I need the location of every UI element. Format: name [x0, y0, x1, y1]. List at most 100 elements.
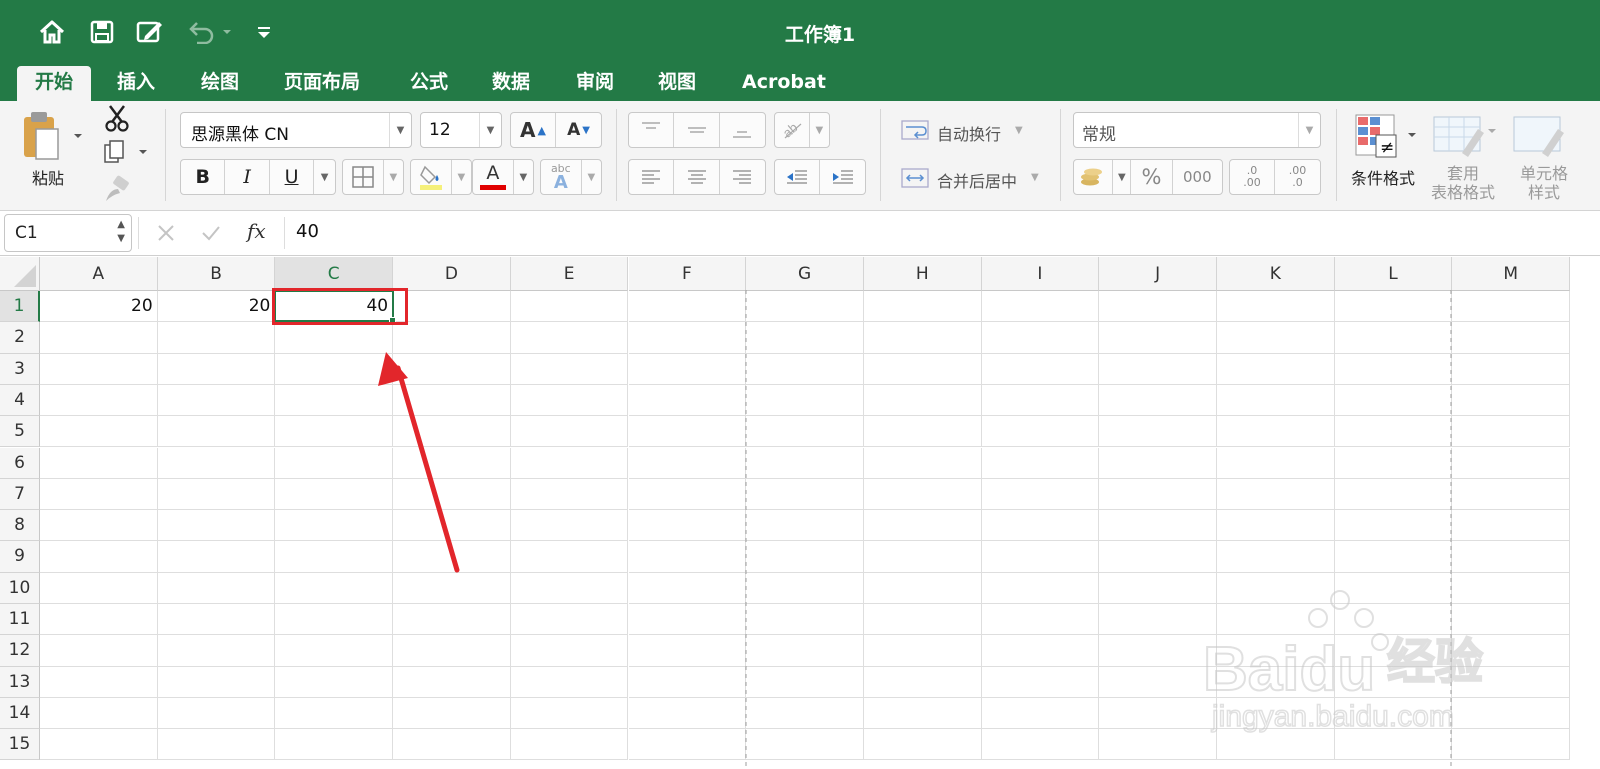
font-color-button[interactable]: A — [473, 160, 514, 194]
cell-d11[interactable] — [393, 604, 511, 636]
cell-m4[interactable] — [1452, 384, 1571, 417]
cell-k12[interactable] — [1217, 635, 1335, 667]
cell-c10[interactable] — [275, 572, 394, 604]
increase-font-button[interactable]: A ▲ — [511, 113, 557, 147]
cell-h14[interactable] — [863, 697, 982, 730]
cell-i11[interactable] — [981, 604, 1100, 636]
cell-e4[interactable] — [510, 384, 629, 417]
column-header-e[interactable]: E — [510, 257, 629, 291]
cell-c5[interactable] — [275, 416, 394, 448]
select-all-button[interactable] — [0, 257, 40, 291]
cell-h7[interactable] — [863, 478, 982, 511]
cell-b5[interactable] — [157, 416, 276, 448]
orientation-dropdown[interactable]: ▼ — [810, 113, 829, 147]
row-header-1[interactable]: 1 — [0, 291, 40, 323]
cell-a13[interactable] — [40, 666, 158, 698]
tab-data[interactable]: 数据 — [474, 66, 548, 101]
cell-m6[interactable] — [1452, 447, 1571, 479]
cell-m3[interactable] — [1452, 353, 1571, 385]
conditional-format-button[interactable]: 条件格式 — [1351, 165, 1415, 189]
cell-l1[interactable] — [1334, 291, 1453, 323]
cell-d2[interactable] — [393, 322, 511, 354]
column-header-h[interactable]: H — [863, 257, 982, 291]
cell-c2[interactable] — [275, 322, 394, 354]
cell-i15[interactable] — [981, 729, 1100, 761]
cell-m2[interactable] — [1452, 322, 1571, 354]
cell-l10[interactable] — [1334, 572, 1453, 604]
fill-color-icon[interactable] — [411, 160, 452, 194]
decrease-font-button[interactable]: A ▼ — [556, 113, 601, 147]
cell-e10[interactable] — [510, 572, 629, 604]
cell-a15[interactable] — [40, 729, 158, 761]
font-name-select[interactable]: 思源黑体 CN ▼ — [180, 112, 412, 148]
font-color-dropdown[interactable]: ▼ — [514, 160, 533, 194]
cell-d12[interactable] — [393, 635, 511, 667]
cell-l11[interactable] — [1334, 604, 1453, 636]
cell-h12[interactable] — [863, 635, 982, 667]
cell-e14[interactable] — [510, 697, 629, 730]
cell-f2[interactable] — [628, 322, 747, 354]
cell-k14[interactable] — [1217, 697, 1335, 730]
cell-i6[interactable] — [981, 447, 1100, 479]
cell-b14[interactable] — [157, 697, 276, 730]
cell-l2[interactable] — [1334, 322, 1453, 354]
row-header-8[interactable]: 8 — [0, 510, 40, 542]
cell-f4[interactable] — [628, 384, 747, 417]
row-header-12[interactable]: 12 — [0, 635, 40, 667]
row-header-13[interactable]: 13 — [0, 666, 40, 698]
column-header-g[interactable]: G — [746, 257, 864, 291]
conditional-format-icon[interactable]: ≠ — [1352, 111, 1422, 163]
cell-e13[interactable] — [510, 666, 629, 698]
cell-j4[interactable] — [1099, 384, 1217, 417]
wrap-text-button[interactable]: 自动换行 — [937, 121, 1001, 145]
cell-j1[interactable] — [1099, 291, 1217, 323]
cell-k9[interactable] — [1217, 541, 1335, 573]
cell-h6[interactable] — [863, 447, 982, 479]
align-center-icon[interactable] — [674, 160, 720, 194]
cell-k4[interactable] — [1217, 384, 1335, 417]
cell-k5[interactable] — [1217, 416, 1335, 448]
column-header-k[interactable]: K — [1217, 257, 1335, 291]
cell-i2[interactable] — [981, 322, 1100, 354]
row-header-15[interactable]: 15 — [0, 729, 40, 761]
row-header-7[interactable]: 7 — [0, 478, 40, 511]
cell-m8[interactable] — [1452, 510, 1571, 542]
cell-h4[interactable] — [863, 384, 982, 417]
decrease-indent-icon[interactable] — [775, 160, 821, 194]
cell-j15[interactable] — [1099, 729, 1217, 761]
cell-d7[interactable] — [393, 478, 511, 511]
cell-a9[interactable] — [40, 541, 158, 573]
cell-h11[interactable] — [863, 604, 982, 636]
row-header-4[interactable]: 4 — [0, 384, 40, 417]
cell-m9[interactable] — [1452, 541, 1571, 573]
format-painter-icon[interactable] — [102, 175, 132, 205]
cell-a14[interactable] — [40, 697, 158, 730]
cell-i8[interactable] — [981, 510, 1100, 542]
cell-a10[interactable] — [40, 572, 158, 604]
cell-j10[interactable] — [1099, 572, 1217, 604]
cell-a1[interactable]: 20 — [40, 291, 158, 323]
cell-l4[interactable] — [1334, 384, 1453, 417]
cell-g15[interactable] — [746, 729, 864, 761]
paste-button[interactable] — [18, 109, 88, 165]
cell-j8[interactable] — [1099, 510, 1217, 542]
italic-button[interactable]: I — [225, 160, 270, 194]
merge-center-button[interactable]: 合并后居中 — [937, 168, 1017, 192]
cell-c13[interactable] — [275, 666, 394, 698]
column-header-l[interactable]: L — [1334, 257, 1453, 291]
cell-d1[interactable] — [393, 291, 511, 323]
cut-icon[interactable] — [102, 103, 132, 133]
cell-l5[interactable] — [1334, 416, 1453, 448]
cell-e8[interactable] — [510, 510, 629, 542]
row-header-10[interactable]: 10 — [0, 572, 40, 604]
cell-j5[interactable] — [1099, 416, 1217, 448]
cell-j2[interactable] — [1099, 322, 1217, 354]
number-format-select[interactable]: 常规 ▼ — [1073, 112, 1321, 148]
name-box-stepper-icon[interactable]: ▲ ▼ — [117, 218, 125, 246]
cell-m15[interactable] — [1452, 729, 1571, 761]
align-left-icon[interactable] — [629, 160, 675, 194]
cell-b1[interactable]: 20 — [157, 291, 276, 323]
cell-k11[interactable] — [1217, 604, 1335, 636]
cell-b8[interactable] — [157, 510, 276, 542]
bold-button[interactable]: B — [181, 160, 226, 194]
